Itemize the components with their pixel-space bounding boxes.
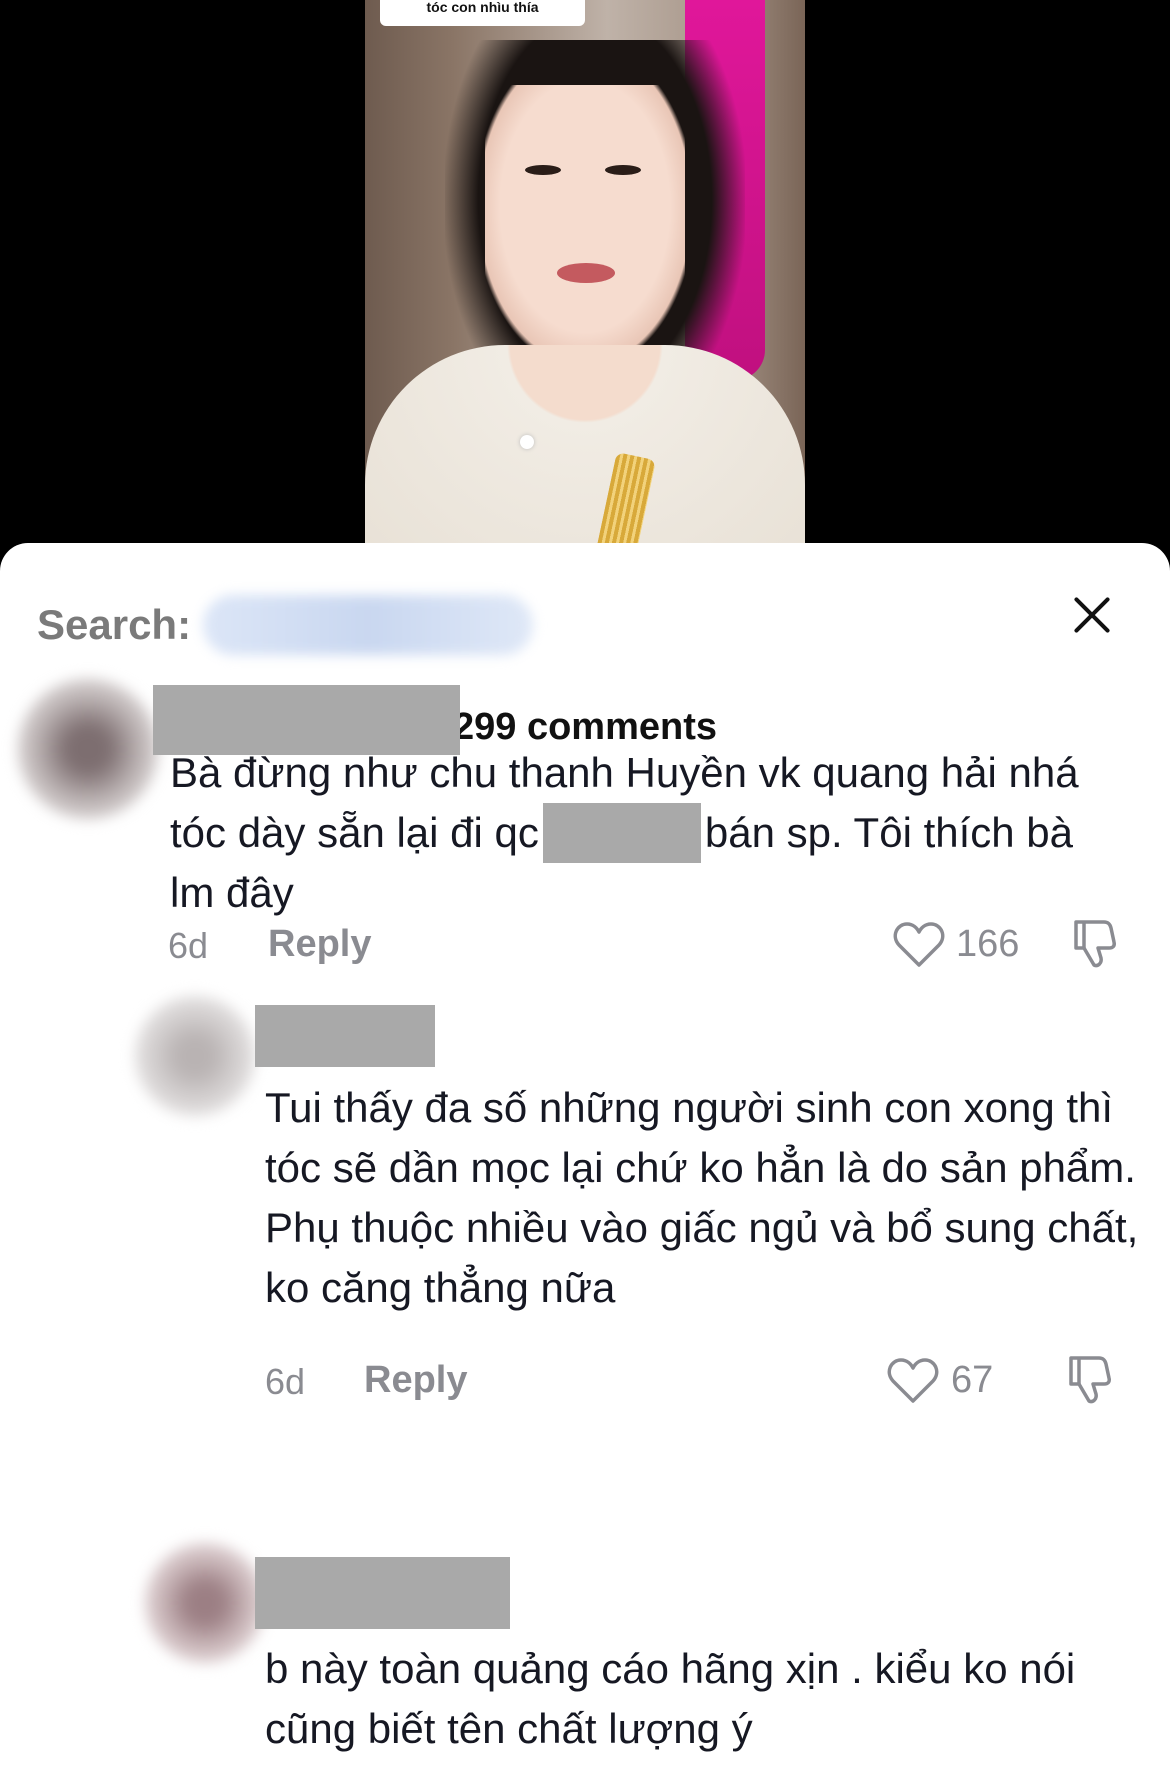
- video-player[interactable]: tóc con nhìu thía: [0, 0, 1170, 560]
- reply-button[interactable]: Reply: [364, 1359, 467, 1402]
- heart-icon[interactable]: [893, 921, 945, 969]
- comment-text: Bà đừng như chu thanh Huyền vk quang hải…: [170, 743, 1110, 923]
- dislike-icon[interactable]: [1065, 1352, 1119, 1406]
- right-eye: [605, 165, 641, 175]
- search-row[interactable]: Search:: [37, 595, 534, 655]
- person-sweater: [365, 345, 805, 545]
- reply-button[interactable]: Reply: [268, 923, 371, 966]
- redacted-brand: [542, 803, 701, 863]
- comment-text: b này toàn quảng cáo hãng xịn . kiểu ko …: [265, 1645, 1076, 1752]
- avatar[interactable]: [145, 1543, 265, 1663]
- comment-time: 6d: [265, 1361, 306, 1402]
- username-redacted[interactable]: [255, 1005, 435, 1067]
- search-label: Search:: [37, 601, 192, 648]
- video-caption: tóc con nhìu thía: [380, 0, 585, 26]
- golden-comb: [594, 452, 656, 545]
- person-face: [485, 85, 685, 355]
- like-count: 166: [956, 923, 1020, 965]
- username-redacted[interactable]: [255, 1557, 510, 1629]
- comments-sheet: Search: 299 comments Bà đừng như chu tha…: [0, 543, 1170, 1771]
- necklace-pendant: [520, 435, 534, 449]
- avatar[interactable]: [135, 996, 255, 1116]
- dislike-icon[interactable]: [1070, 916, 1124, 970]
- avatar[interactable]: [18, 679, 158, 819]
- like-count: 67: [951, 1359, 994, 1401]
- video-frame[interactable]: tóc con nhìu thía: [365, 0, 805, 545]
- close-icon[interactable]: [1070, 593, 1114, 637]
- comment-time: 6d: [168, 925, 209, 966]
- heart-icon[interactable]: [887, 1357, 939, 1405]
- search-term-blurred[interactable]: [203, 595, 534, 655]
- comment-text: Tui thấy đa số những người sinh con xong…: [265, 1084, 1139, 1311]
- left-eye: [525, 165, 561, 175]
- lips: [557, 263, 615, 283]
